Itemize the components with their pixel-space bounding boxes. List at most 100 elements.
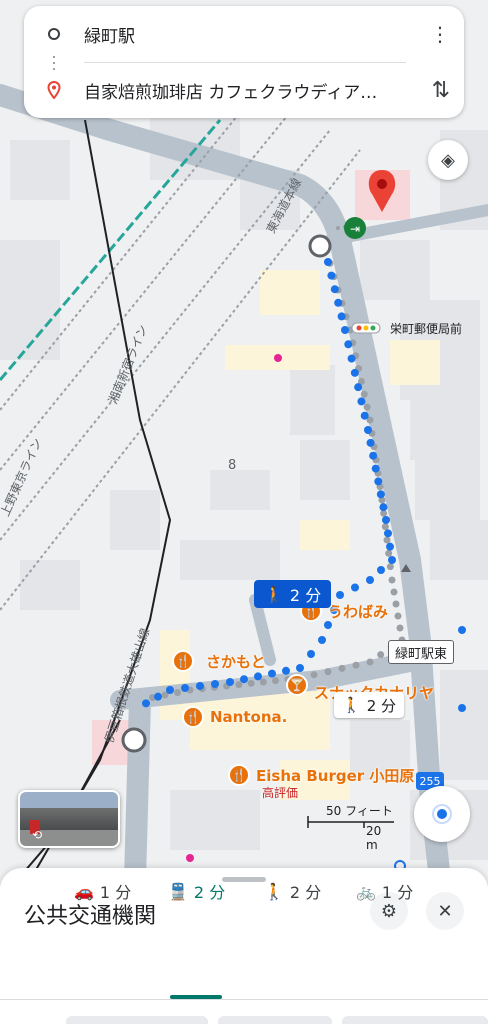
layers-button[interactable]: ◈ (428, 140, 468, 180)
route-dot (259, 678, 267, 686)
route-dot (327, 271, 336, 280)
route-dot (390, 588, 398, 596)
results-preview (0, 1016, 488, 1024)
result-chip[interactable] (342, 1016, 488, 1024)
poi-name: Eisha Burger 小田原 (256, 766, 415, 785)
route-dot (396, 624, 404, 632)
route-dot (247, 679, 255, 687)
route-dot (330, 285, 339, 294)
route-dot (268, 669, 276, 678)
divider (0, 999, 488, 1000)
walk-time: 2 分 (366, 696, 396, 715)
route-dot (360, 390, 368, 398)
maps-app: ⇥ 東海道本線 湘南新宿ライン 上野東京ライン 伊豆箱根鉄道大雄山線 8 栄町郵… (0, 0, 488, 1024)
mode-label: 2 分 (193, 883, 226, 902)
restaurant-icon: 🍴 (182, 706, 204, 728)
origin-row[interactable]: 緑町駅 ⋮ (24, 12, 464, 56)
route-dot (272, 677, 280, 685)
route-dot (354, 383, 363, 392)
route-dot (388, 556, 396, 564)
route-dot (196, 682, 204, 690)
route-dot (154, 692, 162, 701)
route-dot (344, 340, 353, 349)
route-dot (336, 226, 340, 230)
route-dot (386, 542, 394, 551)
restaurant-icon: 🍴 (172, 650, 194, 672)
layers-icon: ◈ (441, 149, 455, 171)
route-dot (392, 600, 400, 608)
route-dot (324, 258, 332, 266)
block-number: 8 (228, 458, 237, 473)
route-dot (388, 576, 396, 584)
route-dot (347, 354, 356, 363)
route-dot (334, 298, 343, 307)
route-dot (350, 368, 359, 377)
poi-name: Nantona. (210, 708, 288, 726)
walk-time: 2 分 (289, 586, 322, 605)
scale-feet: 50 フィート (326, 804, 393, 818)
street-view-thumbnail[interactable]: ⟲ (18, 790, 120, 848)
restaurant-icon: 🍴 (228, 764, 250, 786)
close-button[interactable]: ✕ (426, 892, 464, 930)
route-dot (351, 583, 359, 592)
poi-nantona[interactable]: 🍴 Nantona. (182, 706, 287, 728)
mode-transit[interactable]: 🚆 2 分 (168, 868, 225, 914)
destination-row[interactable]: 自家焙煎珈琲店 カフェクラウディア… ⇅ (24, 68, 464, 112)
route-dot (366, 576, 374, 584)
route-dot (357, 397, 366, 406)
route-dot (377, 651, 385, 659)
route-dot (307, 650, 315, 658)
destination-field[interactable]: 自家焙煎珈琲店 カフェクラウディア… (84, 78, 377, 103)
station-label[interactable]: 緑町駅東 (388, 640, 455, 664)
route-dot (385, 549, 393, 557)
mode-walk[interactable]: 🚶 2 分 (264, 868, 321, 914)
poi-eisha-burger[interactable]: 🍴 Eisha Burger 小田原 高評価 (228, 764, 415, 800)
route-dot (211, 680, 219, 688)
result-chip[interactable] (218, 1016, 332, 1024)
route-dot (371, 464, 380, 473)
walk-icon: 🚶 (342, 696, 361, 714)
walk-time-badge[interactable]: 🚶 2 分 (254, 580, 332, 608)
origin-field[interactable]: 緑町駅 (84, 22, 135, 47)
mode-bike[interactable]: 🚲 1 分 (356, 868, 413, 914)
bus-stop-label[interactable]: 栄町郵便局前 (390, 320, 462, 337)
bottom-sheet[interactable]: 公共交通機関 ⚙ ✕ 🚗 1 分 🚆 2 分 🚶 2 分 🚲 1 分 (0, 868, 488, 1024)
svg-text:⇥: ⇥ (350, 222, 360, 236)
route-dot (235, 681, 243, 689)
my-location-icon (434, 806, 450, 822)
route-dot (142, 699, 150, 708)
route-dot (381, 523, 389, 531)
route-dot (254, 672, 262, 681)
swap-vertical-icon[interactable]: ⇅ (432, 78, 450, 103)
route-dot (360, 411, 369, 420)
scale-meters: 20 m (366, 824, 382, 852)
walk-icon: 🚶 (264, 584, 284, 604)
360-icon: ⟲ (32, 828, 43, 842)
poi-name: さかもと (206, 652, 266, 671)
directions-card: 緑町駅 ⋮ 自家焙煎珈琲店 カフェクラウディア… ⇅ (24, 6, 464, 118)
bike-icon: 🚲 (356, 881, 376, 901)
route-dot (341, 326, 349, 334)
mode-drive[interactable]: 🚗 1 分 (74, 868, 131, 914)
route-dot (379, 503, 388, 512)
walk-time-badge-alt[interactable]: 🚶 2 分 (334, 692, 404, 718)
origin-icon (24, 28, 84, 40)
sheet-handle[interactable] (222, 877, 266, 882)
my-location-button[interactable] (414, 786, 470, 842)
poi-rating: 高評価 (262, 786, 299, 800)
place-icon (24, 81, 84, 99)
more-vert-icon[interactable]: ⋮ (430, 22, 450, 46)
route-dot (363, 403, 371, 411)
route-dot (384, 529, 392, 538)
mode-label: 2 分 (289, 883, 322, 902)
poi-sakamoto[interactable]: 🍴 さかもと (172, 650, 266, 672)
mode-label: 1 分 (381, 883, 414, 902)
route-dot (366, 658, 374, 666)
result-chip[interactable] (66, 1016, 208, 1024)
route-dot (386, 563, 394, 571)
close-icon: ✕ (437, 900, 453, 922)
route-dot (366, 438, 375, 447)
route-dot (377, 566, 385, 574)
bar-icon: 🍸 (286, 673, 308, 696)
divider (84, 62, 406, 63)
